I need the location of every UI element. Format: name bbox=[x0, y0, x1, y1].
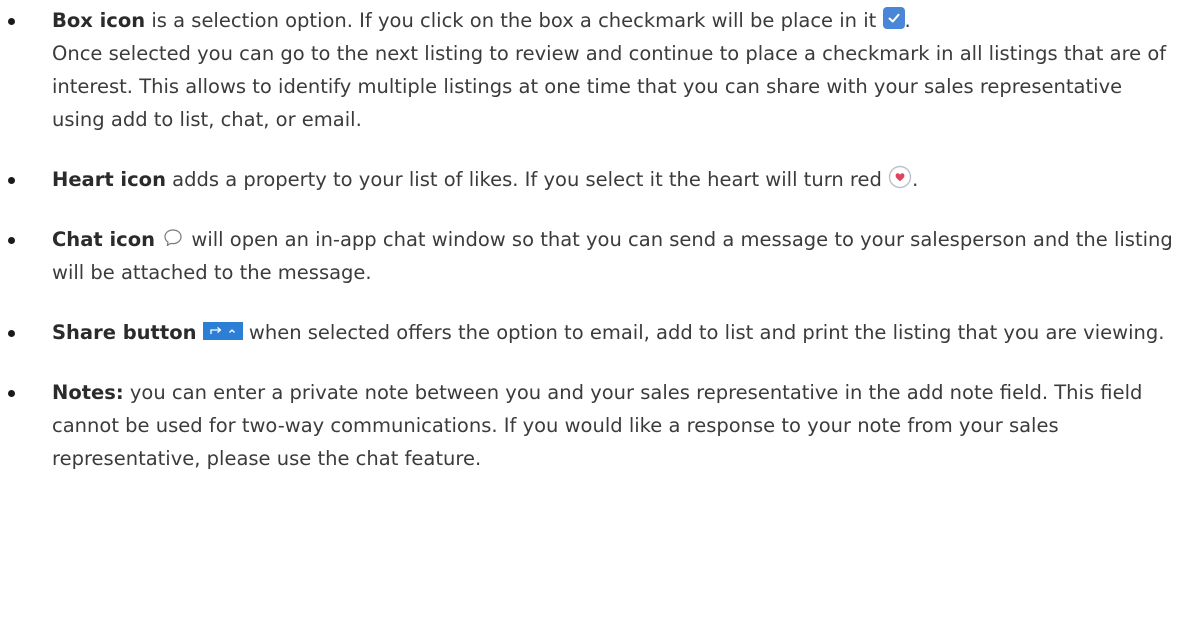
item-title: Chat icon bbox=[52, 228, 155, 251]
list-item-notes: Notes: you can enter a private note betw… bbox=[0, 376, 1198, 475]
feature-bullet-list: Box icon is a selection option. If you c… bbox=[0, 4, 1198, 502]
item-title: Share button bbox=[52, 321, 197, 344]
item-text: will open an in-app chat window so that … bbox=[52, 228, 1173, 284]
item-text-end: . bbox=[912, 168, 919, 191]
item-title: Heart icon bbox=[52, 168, 166, 191]
item-title: Box icon bbox=[52, 9, 146, 32]
item-text-end: . bbox=[904, 9, 911, 32]
bullet-dot bbox=[8, 18, 15, 25]
list-item-share-button: Share button when selected offers the op… bbox=[0, 316, 1198, 349]
list-item-box-icon: Box icon is a selection option. If you c… bbox=[0, 4, 1198, 136]
item-text: you can enter a private note between you… bbox=[52, 381, 1143, 470]
item-text: adds a property to your list of likes. I… bbox=[165, 168, 889, 191]
item-title: Notes: bbox=[52, 381, 124, 404]
share-button-icon bbox=[202, 322, 243, 340]
bullet-dot bbox=[8, 237, 15, 244]
bullet-dot bbox=[8, 177, 15, 184]
bullet-dot bbox=[8, 330, 15, 337]
item-text-continued: Once selected you can go to the next lis… bbox=[52, 42, 1167, 131]
bullet-dot bbox=[8, 390, 15, 397]
list-item-chat-icon: Chat icon will open an in-app chat windo… bbox=[0, 223, 1198, 289]
list-item-heart-icon: Heart icon adds a property to your list … bbox=[0, 163, 1198, 196]
document-page: Box icon is a selection option. If you c… bbox=[0, 0, 1198, 643]
item-text: when selected offers the option to email… bbox=[242, 321, 1165, 344]
chat-bubble-icon bbox=[161, 226, 185, 250]
checked-checkbox-icon bbox=[882, 7, 905, 29]
heart-icon bbox=[888, 165, 912, 189]
item-text: is a selection option. If you click on t… bbox=[145, 9, 883, 32]
